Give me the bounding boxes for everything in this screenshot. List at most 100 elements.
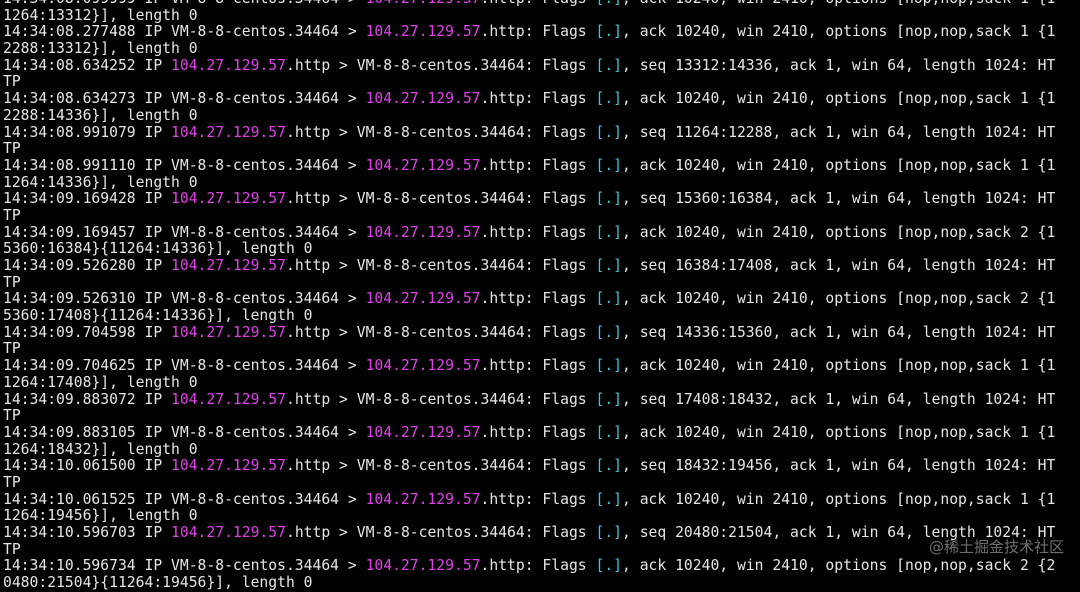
flag-value: [.] (595, 124, 623, 141)
source-host: VM-8-8-centos.34464 > (171, 91, 366, 108)
flag-value: [.] (595, 191, 623, 208)
timestamp: 14:34:10.596734 IP (3, 558, 172, 575)
packet-line-wrap: 2288:13312}], length 0 (3, 41, 198, 58)
flags-label: .http > VM-8-8-centos.34464: Flags (285, 57, 596, 74)
packet-line: 14:34:10.061500 IP 104.27.129.57.http > … (3, 458, 1080, 475)
flag-value: [.] (595, 258, 623, 274)
remote-ip: 104.27.129.57 (171, 324, 286, 341)
remote-ip: 104.27.129.57 (171, 391, 286, 408)
remote-ip: 104.27.129.57 (365, 424, 481, 441)
flag-value: [.] (595, 358, 623, 375)
source-host: VM-8-8-centos.34464 > (171, 424, 366, 441)
packet-detail: , seq 14336:15360, ack 1, win 64, length… (622, 324, 1056, 341)
packet-line: 14:34:09.526310 IP VM-8-8-centos.34464 >… (3, 291, 1080, 308)
timestamp: 14:34:09.169428 IP (3, 191, 172, 208)
flags-label: .http: Flags (480, 291, 596, 308)
packet-line-wrap: 1264:17408}], length 0 (3, 374, 198, 391)
packet-detail: , ack 10240, win 2410, options [nop,nop,… (622, 24, 1056, 41)
packet-line: 14:34:09.169457 IP VM-8-8-centos.34464 >… (3, 225, 1080, 242)
flag-value: [.] (595, 558, 623, 575)
flag-value: [.] (595, 24, 623, 41)
packet-line: 14:34:08.991110 IP VM-8-8-centos.34464 >… (3, 158, 1080, 175)
packet-line: 14:34:09.526280 IP 104.27.129.57.http > … (3, 258, 1080, 275)
packet-line-wrap: 0480:21504}{11264:19456}], length 0 (3, 575, 313, 592)
flags-label: .http > VM-8-8-centos.34464: Flags (285, 525, 596, 541)
packet-detail: , seq 13312:14336, ack 1, win 64, length… (622, 57, 1056, 74)
timestamp: 14:34:08.277488 IP (3, 24, 172, 41)
timestamp: 14:34:09.704598 IP (3, 324, 172, 341)
timestamp: 14:34:08.991079 IP (3, 124, 172, 141)
packet-line: 14:34:08.099999 IP VM-8-8-centos.34464 >… (3, 0, 1080, 8)
flag-value: [.] (595, 391, 623, 408)
flags-label: .http: Flags (480, 424, 596, 441)
remote-ip: 104.27.129.57 (365, 491, 481, 508)
packet-detail: , ack 10240, win 2410, options [nop,nop,… (622, 157, 1056, 174)
flags-label: .http > VM-8-8-centos.34464: Flags (285, 458, 596, 475)
timestamp: 14:34:09.883105 IP (3, 424, 172, 441)
timestamp: 14:34:10.061525 IP (3, 491, 172, 508)
packet-line: 14:34:09.883105 IP VM-8-8-centos.34464 >… (3, 425, 1080, 442)
packet-line-wrap: TP (3, 341, 21, 358)
packet-line: 14:34:09.704625 IP VM-8-8-centos.34464 >… (3, 358, 1080, 375)
packet-line-wrap: TP (3, 74, 21, 91)
flag-value: [.] (595, 57, 623, 74)
timestamp: 14:34:09.526280 IP (3, 258, 172, 274)
timestamp: 14:34:09.883072 IP (3, 391, 172, 408)
packet-line: 14:34:08.991079 IP 104.27.129.57.http > … (3, 125, 1080, 142)
flag-value: [.] (595, 525, 623, 541)
source-host: VM-8-8-centos.34464 > (171, 358, 366, 375)
timestamp: 14:34:08.634273 IP (3, 91, 172, 108)
timestamp: 14:34:10.061500 IP (3, 458, 172, 475)
packet-line-wrap: TP (3, 141, 21, 158)
packet-line-wrap: 5360:17408}{11264:14336}], length 0 (3, 308, 313, 325)
packet-detail: , seq 15360:16384, ack 1, win 64, length… (622, 191, 1056, 208)
packet-line: 14:34:10.061525 IP VM-8-8-centos.34464 >… (3, 492, 1080, 509)
watermark: @稀土掘金技术社区 (928, 538, 1064, 556)
flags-label: .http > VM-8-8-centos.34464: Flags (285, 258, 596, 274)
timestamp: 14:34:08.991110 IP (3, 157, 172, 174)
packet-detail: , ack 10240, win 2410, options [nop,nop,… (622, 91, 1056, 108)
flag-value: [.] (595, 224, 623, 241)
remote-ip: 104.27.129.57 (365, 358, 481, 375)
timestamp: 14:34:10.596703 IP (3, 525, 172, 541)
flags-label: .http: Flags (481, 0, 596, 7)
timestamp: 14:34:09.526310 IP (3, 291, 172, 308)
packet-detail: , ack 10240, win 2410, options [nop,nop,… (622, 358, 1056, 375)
packet-line-wrap: TP (3, 541, 21, 558)
source-host: VM-8-8-centos.34464 > (171, 24, 366, 41)
remote-ip: 104.27.129.57 (171, 191, 286, 208)
packet-line-wrap: 1264:19456}], length 0 (3, 508, 198, 525)
flags-label: .http: Flags (480, 491, 596, 508)
packet-line: 14:34:08.634252 IP 104.27.129.57.http > … (3, 58, 1080, 75)
remote-ip: 104.27.129.57 (171, 57, 286, 74)
packet-line-wrap: TP (3, 274, 21, 291)
packet-line: 14:34:08.277488 IP VM-8-8-centos.34464 >… (3, 24, 1080, 41)
remote-ip: 104.27.129.57 (366, 0, 481, 7)
packet-detail: , seq 18432:19456, ack 1, win 64, length… (622, 458, 1056, 475)
source-host: VM-8-8-centos.34464 > (171, 157, 366, 174)
terminal-output: 14:34:08.099999 IP VM-8-8-centos.34464 >… (3, 0, 1080, 592)
packet-line: 14:34:09.883072 IP 104.27.129.57.http > … (3, 392, 1080, 409)
packet-line-wrap: TP (3, 207, 21, 224)
remote-ip: 104.27.129.57 (171, 458, 286, 475)
remote-ip: 104.27.129.57 (171, 124, 286, 141)
flag-value: [.] (596, 0, 623, 7)
flag-value: [.] (595, 424, 623, 441)
remote-ip: 104.27.129.57 (365, 224, 481, 241)
timestamp: 14:34:08.099999 IP (3, 0, 171, 7)
packet-line-wrap: 1264:14336}], length 0 (3, 174, 198, 191)
timestamp: 14:34:08.634252 IP (3, 57, 172, 74)
flag-value: [.] (595, 324, 623, 341)
flag-value: [.] (595, 458, 623, 475)
flags-label: .http: Flags (480, 558, 596, 575)
packet-line: 14:34:10.596734 IP VM-8-8-centos.34464 >… (3, 558, 1080, 575)
source-host: VM-8-8-centos.34464 > (171, 491, 366, 508)
flags-label: .http: Flags (480, 358, 596, 375)
packet-line-wrap: 5360:16384}{11264:14336}], length 0 (3, 241, 313, 258)
remote-ip: 104.27.129.57 (365, 291, 481, 308)
packet-line-wrap: TP (3, 408, 21, 425)
source-host: VM-8-8-centos.34464 > (171, 291, 366, 308)
source-host: VM-8-8-centos.34464 > (171, 224, 366, 241)
flags-label: .http > VM-8-8-centos.34464: Flags (285, 124, 596, 141)
flags-label: .http: Flags (480, 224, 596, 241)
